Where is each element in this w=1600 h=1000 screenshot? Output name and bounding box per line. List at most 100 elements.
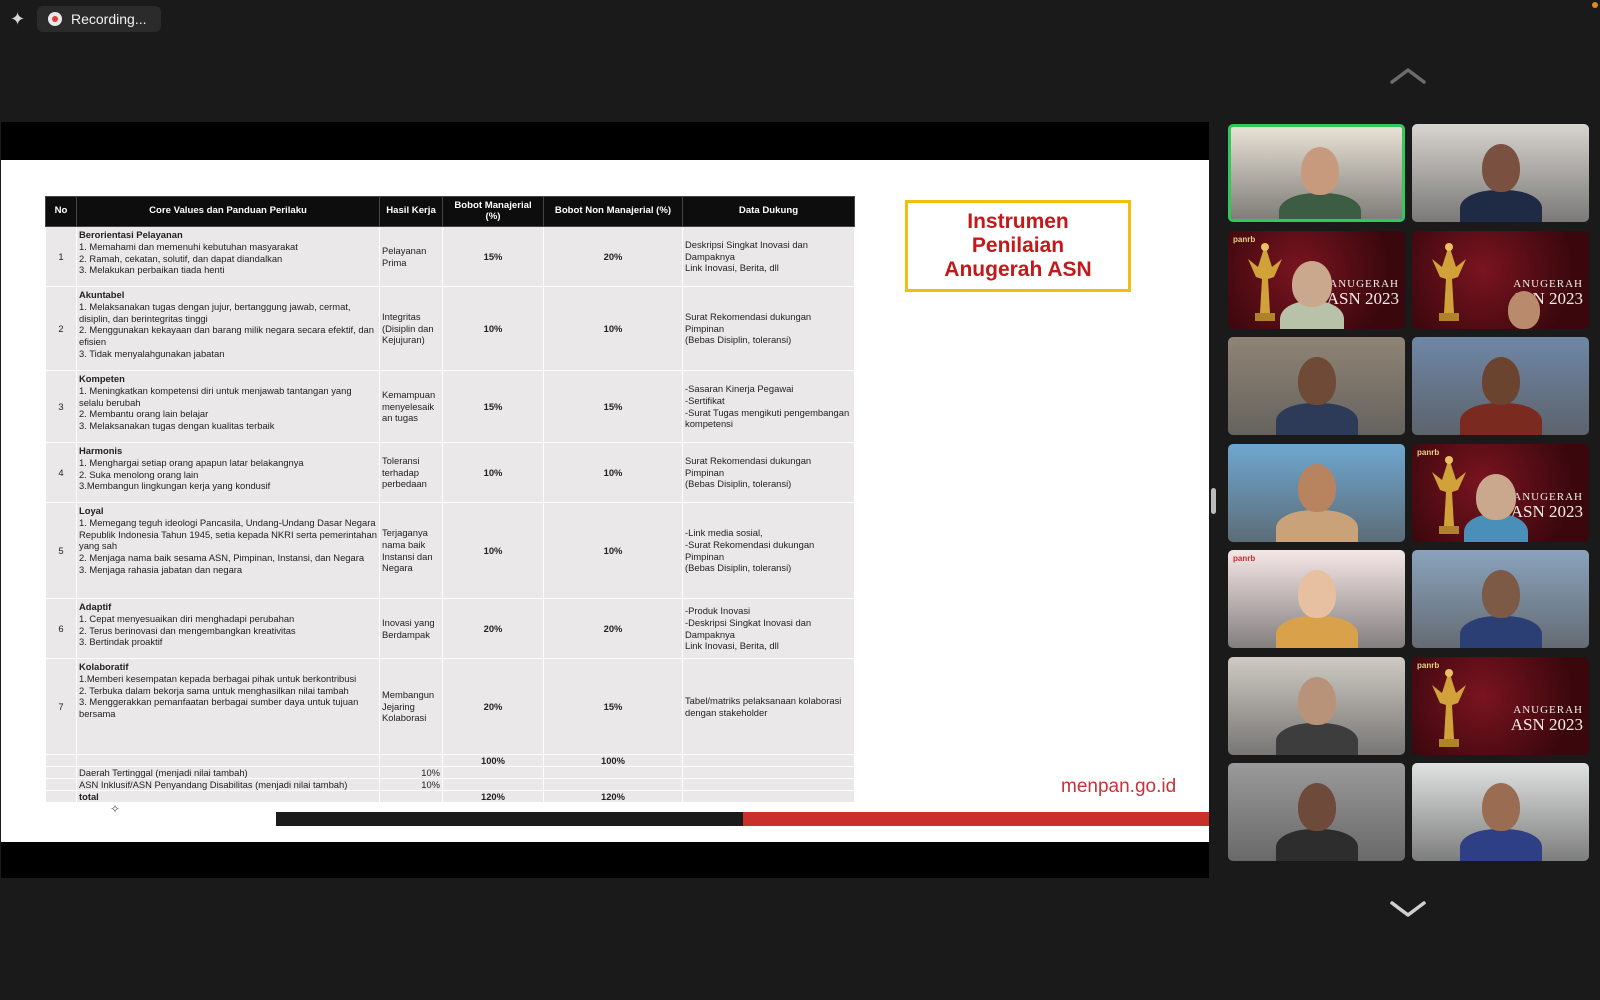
table-row: 3 Kompeten 1. Meningkatkan kompetensi diri… xyxy=(45,370,855,443)
data-dukung-line: Tabel/matriks pelaksanaan kolaborasi den… xyxy=(685,694,842,718)
bobot-non-manajerial-cell: 15% xyxy=(543,370,683,443)
chevron-up-icon[interactable] xyxy=(1388,64,1428,86)
participant-tile[interactable] xyxy=(1412,550,1589,648)
hasil-kerja-cell: Inovasi yang Berdampak xyxy=(379,598,443,659)
anugerah-text: ANUGERAH xyxy=(1513,703,1583,716)
table-row: 5 Loyal 1. Memegang teguh ideologi Pancasi… xyxy=(45,502,855,599)
bobot-manajerial-cell: 15% xyxy=(442,370,544,443)
participant-body xyxy=(1460,403,1542,435)
participant-body xyxy=(1460,829,1542,861)
hasil-kerja-cell: Terjaganya nama baik Instansi dan Negara xyxy=(379,502,443,599)
hasil-kerja-cell: Membangun Jejaring Kolaborasi xyxy=(379,658,443,755)
data-dukung-line: Surat Rekomendasi dukungan Pimpinan xyxy=(685,454,812,478)
table-footer-row: ASN Inklusif/ASN Penyandang Disabilitas … xyxy=(45,778,855,791)
recording-indicator[interactable]: Recording... xyxy=(37,6,161,32)
behavior-guide-line: 1. Menghargai setiap orang apapun latar … xyxy=(79,456,304,468)
behavior-guide-line: 3.Membangun lingkungan kerja yang kondus… xyxy=(79,480,271,492)
extra-value: 10% xyxy=(379,778,443,791)
core-value-cell: Kolaboratif 1.Memberi kesempatan kepada b… xyxy=(76,658,380,755)
extra-label: Daerah Tertinggal (menjadi nilai tambah) xyxy=(76,766,380,779)
participant-tile[interactable]: ANUGERAH ASN 2023 panrb xyxy=(1228,230,1405,329)
data-dukung-cell: Deskripsi Singkat Inovasi dan Dampaknya L… xyxy=(682,226,855,287)
empty-cell xyxy=(682,766,855,779)
header-hasil-kerja: Hasil Kerja xyxy=(379,196,443,227)
participant-tile[interactable] xyxy=(1412,337,1589,435)
trophy-icon xyxy=(1432,668,1466,747)
participant-face xyxy=(1298,783,1336,831)
participant-gallery: ANUGERAH ASN 2023 panrb ANUGERAH ASN 2023 ANU… xyxy=(1228,124,1590,864)
data-dukung-cell: Surat Rekomendasi dukungan Pimpinan (Beba… xyxy=(682,286,855,371)
empty-cell xyxy=(45,766,77,779)
trophy-icon xyxy=(1432,242,1466,321)
participant-tile[interactable]: panrb xyxy=(1228,550,1405,648)
footer-bar-red xyxy=(743,812,1209,826)
data-dukung-line: -Link media sosial, xyxy=(685,527,763,538)
resize-handle[interactable] xyxy=(1211,488,1216,514)
behavior-guide-line: 2. Menjaga nama baik sesama ASN, Pimpina… xyxy=(79,552,365,563)
core-value-cell: Kompeten 1. Meningkatkan kompetensi diri … xyxy=(76,370,380,443)
data-dukung-cell: Surat Rekomendasi dukungan Pimpinan (Beba… xyxy=(682,442,855,503)
data-dukung-line: Deskripsi Singkat Inovasi dan Dampaknya xyxy=(685,238,808,262)
behavior-guide-line: 3. Menggerakkan pemanfaatan berbagai sum… xyxy=(79,696,359,719)
subtotal-manajerial: 100% xyxy=(442,754,544,767)
core-value-cell: Berorientasi Pelayanan 1. Memahami dan me… xyxy=(76,226,380,287)
core-value-cell: Akuntabel 1. Melaksanakan tugas dengan ju… xyxy=(76,286,380,371)
participant-tile[interactable] xyxy=(1228,656,1405,755)
behavior-guide-line: 2. Terbuka dalam bekorja sama untuk meng… xyxy=(79,684,349,696)
participant-body xyxy=(1276,722,1358,755)
bobot-manajerial-cell: 10% xyxy=(442,442,544,503)
empty-cell xyxy=(76,754,380,767)
empty-cell xyxy=(45,778,77,791)
participant-tile[interactable] xyxy=(1228,337,1405,435)
core-value-title: Kolaboratif xyxy=(79,661,129,672)
behavior-guide-line: 2. Ramah, cekatan, solutif, dan dapat di… xyxy=(79,252,283,264)
footer-bar-black xyxy=(276,812,743,826)
bobot-non-manajerial-cell: 15% xyxy=(543,658,683,755)
data-dukung-line: -Sasaran Kinerja Pegawai xyxy=(685,383,794,394)
table-row: 2 Akuntabel 1. Melaksanakan tugas dengan j… xyxy=(45,286,855,371)
participant-tile[interactable]: ANUGERAH ASN 2023 panrb xyxy=(1412,656,1589,755)
data-dukung-line: (Bebas Disiplin, toleransi) xyxy=(685,478,792,490)
bobot-manajerial-cell: 15% xyxy=(442,226,544,287)
table-row: 6 Adaptif 1. Cepat menyesuaikan diri mengh… xyxy=(45,598,855,659)
participant-tile[interactable] xyxy=(1228,124,1405,222)
behavior-guide-line: 1. Memahami dan memenuhi kebutuhan masya… xyxy=(79,240,298,252)
participant-body xyxy=(1276,829,1358,861)
core-values-table: No Core Values dan Panduan Perilaku Hasi… xyxy=(45,196,855,803)
anugerah-text: ANUGERAH xyxy=(1329,277,1399,290)
recording-label: Recording... xyxy=(71,11,147,27)
bobot-non-manajerial-cell: 20% xyxy=(543,598,683,659)
participant-tile[interactable] xyxy=(1412,124,1589,222)
bobot-non-manajerial-cell: 10% xyxy=(543,286,683,371)
anugerah-year-text: ASN 2023 xyxy=(1326,288,1399,308)
header-data-dukung: Data Dukung xyxy=(682,196,855,227)
slide-title-box: Instrumen Penilaian Anugerah ASN xyxy=(905,200,1131,292)
participant-tile[interactable] xyxy=(1228,763,1405,861)
participant-body xyxy=(1276,616,1358,648)
chevron-down-icon[interactable] xyxy=(1388,898,1428,920)
table-row: 4 Harmonis 1. Menghargai setiap orang apap… xyxy=(45,442,855,503)
empty-cell xyxy=(543,766,683,779)
extra-label: ASN Inklusif/ASN Penyandang Disabilitas … xyxy=(76,778,380,791)
data-dukung-line: -Surat Rekomendasi dukungan Pimpinan xyxy=(685,538,815,562)
participant-face xyxy=(1301,147,1339,195)
participant-face xyxy=(1298,463,1336,512)
bobot-non-manajerial-cell: 10% xyxy=(543,502,683,599)
participant-body xyxy=(1276,509,1358,542)
participant-tile[interactable] xyxy=(1228,443,1405,542)
shared-screen: No Core Values dan Panduan Perilaku Hasi… xyxy=(1,122,1209,878)
participant-tile[interactable] xyxy=(1412,763,1589,861)
header-no: No xyxy=(45,196,77,227)
panrb-logo: panrb xyxy=(1233,234,1256,244)
anugerah-year-text: ASN 2023 xyxy=(1510,501,1583,521)
data-dukung-line: Link Inovasi, Berita, dll xyxy=(685,640,779,652)
behavior-guide-line: 3. Bertindak proaktif xyxy=(79,636,163,648)
behavior-guide-line: 2. Menggunakan kekayaan dan barang milik… xyxy=(79,324,374,347)
participant-tile[interactable]: ANUGERAH ASN 2023 panrb xyxy=(1412,443,1589,542)
bobot-non-manajerial-cell: 20% xyxy=(543,226,683,287)
sparkle-icon[interactable]: ✦ xyxy=(10,9,30,29)
participant-tile[interactable]: ANUGERAH ASN 2023 xyxy=(1412,230,1589,329)
empty-cell xyxy=(442,766,544,779)
record-icon xyxy=(48,12,62,26)
participant-face xyxy=(1508,290,1540,329)
